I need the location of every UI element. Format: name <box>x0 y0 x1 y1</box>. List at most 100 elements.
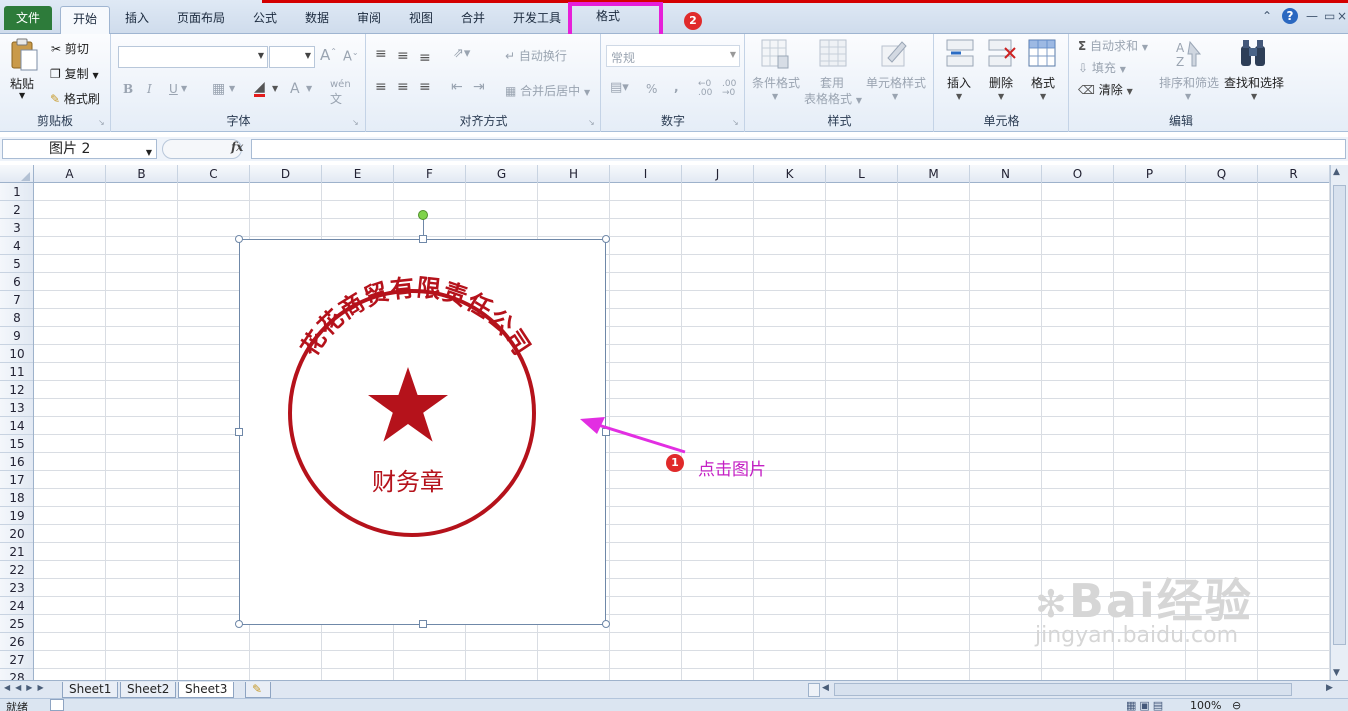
sheet-nav-arrows-icon[interactable]: ◀◀▶▶ <box>4 683 49 692</box>
row-header-15[interactable]: 15 <box>0 435 33 453</box>
wrap-text-button[interactable]: ↵ 自动换行 <box>505 47 567 64</box>
alignment-launcher-icon[interactable]: ↘ <box>588 118 595 127</box>
italic-button[interactable]: I <box>147 82 152 96</box>
row-header-12[interactable]: 12 <box>0 381 33 399</box>
cell-styles-dropdown-icon[interactable]: ▼ <box>892 92 898 101</box>
row-header-24[interactable]: 24 <box>0 597 33 615</box>
tab-page-layout[interactable]: 页面布局 <box>170 6 232 34</box>
view-mode-icons[interactable]: ▦▣▤ <box>1126 699 1166 711</box>
ribbon-minimize-icon[interactable]: ⌃ <box>1262 9 1272 23</box>
paste-dropdown-icon[interactable]: ▼ <box>19 91 25 100</box>
tab-formulas[interactable]: 公式 <box>246 6 284 34</box>
resize-handle-top-left[interactable] <box>235 235 243 243</box>
resize-handle-top-right[interactable] <box>602 235 610 243</box>
currency-icon[interactable]: ▤▾ <box>610 80 629 95</box>
formula-input[interactable] <box>251 139 1346 159</box>
find-select-button[interactable]: 查找和选择 <box>1224 74 1284 91</box>
autosum-button[interactable]: Σ 自动求和 ▼ <box>1078 37 1148 54</box>
clear-button[interactable]: ⌫ 清除 ▼ <box>1078 81 1133 98</box>
tab-insert[interactable]: 插入 <box>118 6 156 34</box>
column-header-a[interactable]: A <box>34 165 106 183</box>
format-painter-button[interactable]: ✎ 格式刷 <box>50 90 100 107</box>
sheet-tab-sheet2[interactable]: Sheet2 <box>120 682 177 698</box>
delete-cells-button[interactable]: 删除 <box>989 74 1013 91</box>
delete-cells-dropdown-icon[interactable]: ▼ <box>998 92 1004 101</box>
format-cells-icon[interactable] <box>1027 38 1059 70</box>
align-center-icon[interactable]: ≡ <box>397 79 409 95</box>
insert-cells-icon[interactable] <box>945 38 975 70</box>
decrease-decimal-icon[interactable]: .00 →0 <box>722 80 736 98</box>
font-color-icon[interactable]: A <box>290 81 300 97</box>
comma-button[interactable]: , <box>674 80 679 94</box>
insert-cells-dropdown-icon[interactable]: ▼ <box>956 92 962 101</box>
row-header-5[interactable]: 5 <box>0 255 33 273</box>
row-header-28[interactable]: 28 <box>0 669 33 680</box>
number-format-combo[interactable]: 常规 ▼ <box>606 45 740 67</box>
paste-icon[interactable] <box>9 38 39 72</box>
row-header-8[interactable]: 8 <box>0 309 33 327</box>
row-header-11[interactable]: 11 <box>0 363 33 381</box>
window-minimize-icon[interactable]: — <box>1306 9 1318 23</box>
conditional-format-button[interactable]: 条件格式 <box>752 74 800 91</box>
row-header-2[interactable]: 2 <box>0 201 33 219</box>
row-header-1[interactable]: 1 <box>0 183 33 201</box>
column-header-j[interactable]: J <box>682 165 754 183</box>
scroll-down-icon[interactable]: ▼ <box>1333 668 1340 678</box>
column-header-b[interactable]: B <box>106 165 178 183</box>
orientation-icon[interactable]: ⇗▾ <box>453 46 470 61</box>
align-middle-icon[interactable]: ≡ <box>397 48 409 64</box>
insert-cells-button[interactable]: 插入 <box>947 74 971 91</box>
column-header-q[interactable]: Q <box>1186 165 1258 183</box>
percent-button[interactable]: % <box>646 82 657 96</box>
sort-filter-icon[interactable]: A Z <box>1174 38 1204 70</box>
tab-view[interactable]: 视图 <box>402 6 440 34</box>
row-header-4[interactable]: 4 <box>0 237 33 255</box>
help-icon[interactable]: ? <box>1282 8 1298 24</box>
zoom-level[interactable]: 100% <box>1190 699 1221 711</box>
merge-center-button[interactable]: ▦ 合并后居中 ▼ <box>505 82 590 99</box>
name-box[interactable]: 图片 2 ▼ <box>2 139 157 159</box>
tab-developer[interactable]: 开发工具 <box>506 6 568 34</box>
row-header-23[interactable]: 23 <box>0 579 33 597</box>
scroll-left-icon[interactable]: ◀ <box>822 683 829 693</box>
column-header-f[interactable]: F <box>394 165 466 183</box>
column-header-m[interactable]: M <box>898 165 970 183</box>
tab-merge[interactable]: 合并 <box>454 6 492 34</box>
scroll-up-icon[interactable]: ▲ <box>1333 167 1340 177</box>
column-header-d[interactable]: D <box>250 165 322 183</box>
copy-button[interactable]: ❐ 复制 ▼ <box>50 65 99 82</box>
align-bottom-icon[interactable]: ≡ <box>419 50 431 66</box>
align-left-icon[interactable]: ≡ <box>375 79 387 95</box>
sheet-tab-sheet1[interactable]: Sheet1 <box>62 682 119 698</box>
shrink-font-button[interactable]: A⌄ <box>343 48 359 64</box>
row-header-16[interactable]: 16 <box>0 453 33 471</box>
row-header-17[interactable]: 17 <box>0 471 33 489</box>
format-cells-dropdown-icon[interactable]: ▼ <box>1040 92 1046 101</box>
cut-button[interactable]: ✂ 剪切 <box>51 40 89 57</box>
insert-function-button[interactable]: fx <box>231 140 243 154</box>
column-header-o[interactable]: O <box>1042 165 1114 183</box>
font-name-combo[interactable]: ▼ <box>118 46 268 68</box>
window-close-icon[interactable]: × <box>1337 9 1347 23</box>
select-all-button[interactable] <box>0 165 34 183</box>
sheet-tab-sheet3[interactable]: Sheet3 <box>178 682 235 698</box>
row-header-9[interactable]: 9 <box>0 327 33 345</box>
paste-button[interactable]: 粘贴 <box>10 75 34 92</box>
tab-file[interactable]: 文件 <box>4 6 52 30</box>
row-header-7[interactable]: 7 <box>0 291 33 309</box>
row-header-22[interactable]: 22 <box>0 561 33 579</box>
resize-handle-bottom[interactable] <box>419 620 427 628</box>
row-header-27[interactable]: 27 <box>0 651 33 669</box>
decrease-indent-icon[interactable]: ⇤ <box>451 79 463 95</box>
vertical-scrollbar[interactable]: ▲ ▼ <box>1330 165 1348 680</box>
window-restore-icon[interactable]: ▭ <box>1324 9 1335 23</box>
resize-handle-top[interactable] <box>419 235 427 243</box>
row-header-21[interactable]: 21 <box>0 543 33 561</box>
selected-picture[interactable]: 花花商贸有限责任公司 财务章 <box>239 239 606 625</box>
sort-filter-dropdown-icon[interactable]: ▼ <box>1185 92 1191 101</box>
row-header-14[interactable]: 14 <box>0 417 33 435</box>
font-color-dropdown-icon[interactable]: ▼ <box>306 84 312 93</box>
bold-button[interactable]: B <box>123 82 133 96</box>
row-header-18[interactable]: 18 <box>0 489 33 507</box>
font-size-combo[interactable]: ▼ <box>269 46 315 68</box>
